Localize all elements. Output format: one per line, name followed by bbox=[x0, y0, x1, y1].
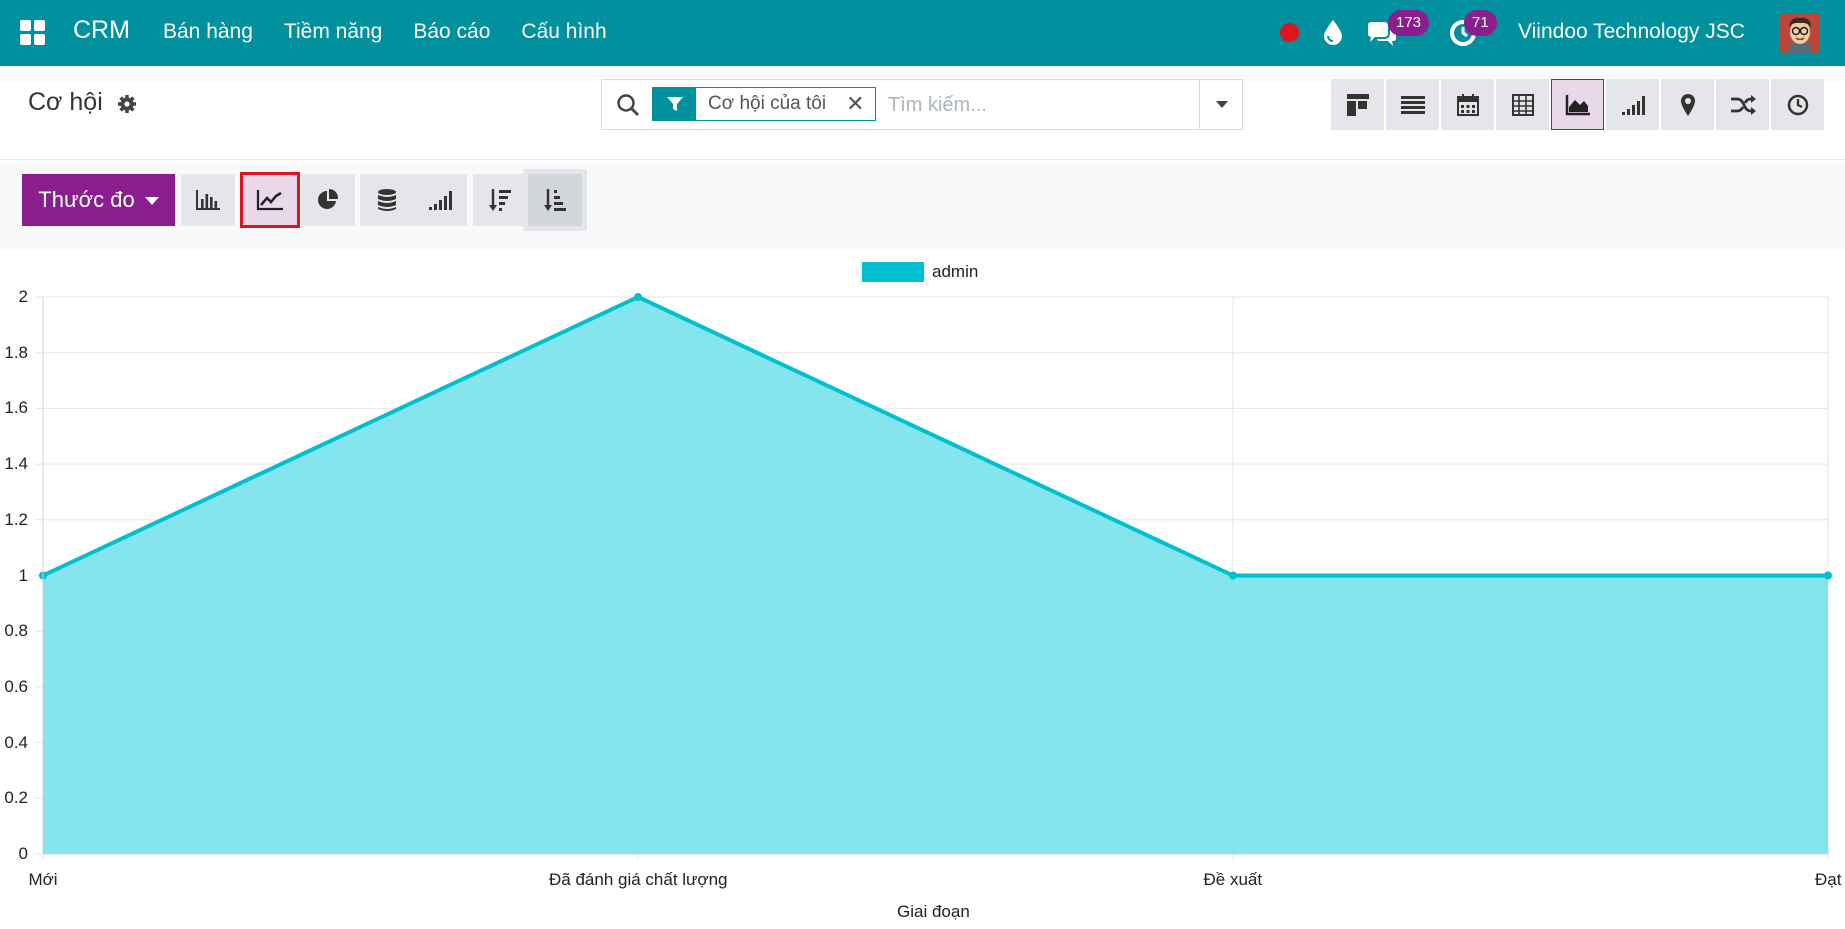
x-tick-label: Mới bbox=[28, 870, 58, 889]
search-icon bbox=[617, 94, 639, 116]
remove-facet-icon[interactable]: ✕ bbox=[846, 91, 864, 117]
series-line bbox=[42, 294, 1828, 578]
bar-chart-button[interactable] bbox=[181, 174, 235, 226]
x-tick-label: Đã đánh giá chất lượng bbox=[549, 870, 728, 889]
y-tick-label: 1 bbox=[18, 565, 28, 585]
activity-view-button[interactable] bbox=[1771, 79, 1824, 130]
series-area-fill bbox=[43, 297, 1828, 854]
sort-descending-button[interactable] bbox=[473, 174, 527, 226]
random-shuffle-icon bbox=[1730, 94, 1756, 115]
measures-label: Thước đo bbox=[38, 187, 135, 212]
x-tick-label: Đạt bbox=[1815, 870, 1842, 889]
bar-chart-icon bbox=[196, 190, 220, 210]
cumulative-button[interactable] bbox=[413, 174, 467, 226]
y-tick-label: 0.6 bbox=[4, 676, 28, 696]
filter-icon bbox=[653, 88, 696, 120]
clock-icon bbox=[1787, 94, 1808, 115]
cohort-view-button[interactable] bbox=[1606, 79, 1659, 130]
x-axis-title: Giai đoạn bbox=[897, 902, 970, 921]
kanban-view-button[interactable] bbox=[1331, 79, 1384, 130]
gear-icon[interactable] bbox=[117, 94, 137, 114]
record-indicator-icon[interactable] bbox=[1280, 23, 1299, 42]
flow-view-button[interactable] bbox=[1716, 79, 1769, 130]
menu-item-leads[interactable]: Tiềm năng bbox=[284, 20, 382, 44]
caret-down-icon bbox=[1215, 101, 1228, 108]
messages-badge: 173 bbox=[1388, 10, 1430, 36]
avatar-illustration bbox=[1780, 13, 1820, 53]
pie-chart-button[interactable] bbox=[301, 174, 355, 226]
line-chart-button[interactable] bbox=[240, 172, 300, 228]
area-chart-icon bbox=[1565, 94, 1590, 115]
app-brand[interactable]: CRM bbox=[73, 16, 130, 45]
y-tick-label: 1.4 bbox=[4, 454, 28, 474]
y-tick-label: 0.8 bbox=[4, 621, 28, 641]
user-avatar[interactable] bbox=[1780, 13, 1820, 53]
search-bar: Cơ hội của tôi ✕ bbox=[601, 79, 1243, 130]
search-input[interactable] bbox=[888, 90, 1188, 120]
y-tick-label: 2 bbox=[18, 287, 28, 306]
pivot-table-icon bbox=[1511, 93, 1534, 116]
signal-bars-icon bbox=[1621, 95, 1645, 115]
legend-label: admin bbox=[932, 262, 979, 281]
water-drop-icon[interactable] bbox=[1322, 18, 1344, 46]
measures-dropdown-button[interactable]: Thước đo bbox=[22, 174, 175, 226]
graph-toolbar: Thước đo bbox=[0, 161, 1845, 249]
chart-legend[interactable]: admin bbox=[862, 262, 978, 282]
sort-amount-up-icon bbox=[544, 189, 566, 211]
top-navbar: CRM Bán hàng Tiềm năng Báo cáo Cấu hình … bbox=[0, 0, 1845, 66]
activities-badge: 71 bbox=[1464, 10, 1497, 36]
calendar-view-button[interactable] bbox=[1441, 79, 1494, 130]
data-point bbox=[39, 571, 47, 580]
data-point bbox=[634, 293, 642, 301]
page-title: Cơ hội bbox=[28, 88, 103, 116]
y-tick-label: 1.6 bbox=[4, 398, 28, 418]
control-panel: Cơ hội Cơ hội của tôi ✕ bbox=[0, 66, 1845, 160]
line-chart-icon bbox=[256, 190, 283, 211]
list-view-button[interactable] bbox=[1386, 79, 1439, 130]
company-switcher[interactable]: Viindoo Technology JSC bbox=[1518, 20, 1745, 44]
y-tick-label: 0.2 bbox=[4, 788, 28, 808]
menu-item-reporting[interactable]: Báo cáo bbox=[413, 20, 490, 44]
data-point bbox=[1229, 571, 1237, 580]
graph-view-button[interactable] bbox=[1551, 79, 1604, 130]
pie-chart-icon bbox=[318, 188, 339, 209]
apps-menu-icon[interactable] bbox=[20, 20, 46, 46]
view-switcher bbox=[1331, 79, 1824, 130]
stacked-button[interactable] bbox=[360, 174, 414, 226]
map-marker-icon bbox=[1680, 93, 1695, 116]
menu-item-configuration[interactable]: Cấu hình bbox=[521, 20, 606, 44]
calendar-icon bbox=[1456, 93, 1479, 116]
caret-down-icon bbox=[144, 197, 159, 205]
sort-ascending-button[interactable] bbox=[528, 174, 582, 226]
search-options-toggle[interactable] bbox=[1199, 80, 1243, 129]
map-view-button[interactable] bbox=[1661, 79, 1714, 130]
legend-swatch bbox=[862, 262, 924, 282]
sort-amount-down-icon bbox=[489, 189, 511, 211]
data-point bbox=[1824, 571, 1832, 580]
y-tick-label: 0 bbox=[18, 844, 28, 863]
kanban-icon bbox=[1346, 93, 1369, 116]
signal-bars-icon bbox=[429, 191, 452, 210]
pivot-view-button[interactable] bbox=[1496, 79, 1549, 130]
main-menu: Bán hàng Tiềm năng Báo cáo Cấu hình bbox=[163, 20, 607, 44]
y-tick-label: 1.8 bbox=[4, 342, 28, 362]
x-tick-label: Đề xuất bbox=[1203, 870, 1263, 889]
search-facet: Cơ hội của tôi ✕ bbox=[652, 87, 876, 121]
database-stack-icon bbox=[378, 189, 396, 211]
list-icon bbox=[1400, 95, 1425, 114]
y-tick-label: 1.2 bbox=[4, 509, 28, 529]
y-tick-label: 0.4 bbox=[4, 732, 28, 752]
menu-item-sales[interactable]: Bán hàng bbox=[163, 20, 253, 44]
facet-label: Cơ hội của tôi bbox=[708, 93, 827, 114]
